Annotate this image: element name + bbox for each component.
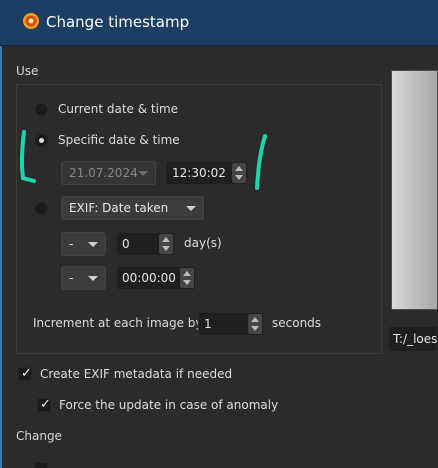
gear-icon bbox=[23, 13, 39, 29]
chevron-down-icon bbox=[186, 206, 196, 211]
specific-datetime-label: Specific date & time bbox=[58, 133, 180, 147]
spin-arrows-icon[interactable] bbox=[180, 268, 194, 288]
path-value: T:/_loes bbox=[393, 332, 438, 346]
annotation-bracket-right bbox=[255, 134, 267, 190]
current-datetime-label: Current date & time bbox=[58, 102, 179, 116]
window-title: Change timestamp bbox=[46, 13, 190, 31]
window-edge bbox=[0, 46, 2, 468]
offset-days-field[interactable]: 0 bbox=[116, 232, 175, 256]
offset-days-unit: day(s) bbox=[184, 236, 222, 250]
offset-time-field[interactable]: 00:00:00 bbox=[116, 266, 196, 290]
chevron-down-icon bbox=[138, 171, 148, 176]
time-field[interactable]: 12:30:02 bbox=[166, 161, 248, 185]
change-section-label: Change bbox=[16, 429, 62, 443]
change-checkbox-partial[interactable] bbox=[34, 462, 48, 468]
spin-arrows-icon[interactable] bbox=[248, 314, 262, 334]
create-exif-checkbox[interactable]: ✓ bbox=[18, 366, 32, 381]
force-update-label: Force the update in case of anomaly bbox=[59, 398, 279, 412]
create-exif-label: Create EXIF metadata if needed bbox=[40, 367, 233, 381]
time-value: 12:30:02 bbox=[172, 166, 226, 180]
exif-source-value: EXIF: Date taken bbox=[69, 201, 169, 215]
spin-arrows-icon[interactable] bbox=[159, 234, 173, 254]
title-bar[interactable]: Change timestamp bbox=[0, 0, 438, 46]
checkmark-icon: ✓ bbox=[40, 397, 51, 412]
increment-value: 1 bbox=[204, 317, 212, 331]
spin-arrows-icon[interactable] bbox=[232, 163, 246, 183]
increment-unit: seconds bbox=[272, 316, 322, 330]
offset-sign-dropdown-2[interactable]: - bbox=[61, 266, 106, 290]
current-datetime-radio[interactable] bbox=[35, 103, 48, 116]
increment-field[interactable]: 1 bbox=[198, 312, 264, 336]
increment-label: Increment at each image by bbox=[33, 316, 203, 330]
path-field[interactable]: T:/_loes bbox=[388, 326, 438, 352]
exif-radio[interactable] bbox=[35, 202, 48, 215]
offset-time-value: 00:00:00 bbox=[122, 271, 176, 285]
use-section-label: Use bbox=[16, 64, 39, 78]
offset-days-value: 0 bbox=[122, 237, 130, 251]
annotation-bracket-left bbox=[19, 130, 36, 183]
offset-sign-value-2: - bbox=[69, 271, 74, 285]
offset-sign-value-1: - bbox=[69, 237, 74, 251]
offset-sign-dropdown-1[interactable]: - bbox=[61, 232, 106, 256]
date-value: 21.07.2024 bbox=[69, 166, 138, 180]
force-update-checkbox[interactable]: ✓ bbox=[37, 397, 51, 412]
exif-source-dropdown[interactable]: EXIF: Date taken bbox=[61, 196, 204, 220]
chevron-down-icon bbox=[88, 276, 98, 281]
date-picker[interactable]: 21.07.2024 bbox=[61, 161, 156, 185]
chevron-down-icon bbox=[88, 242, 98, 247]
image-preview bbox=[391, 70, 438, 310]
checkmark-icon: ✓ bbox=[21, 366, 32, 381]
